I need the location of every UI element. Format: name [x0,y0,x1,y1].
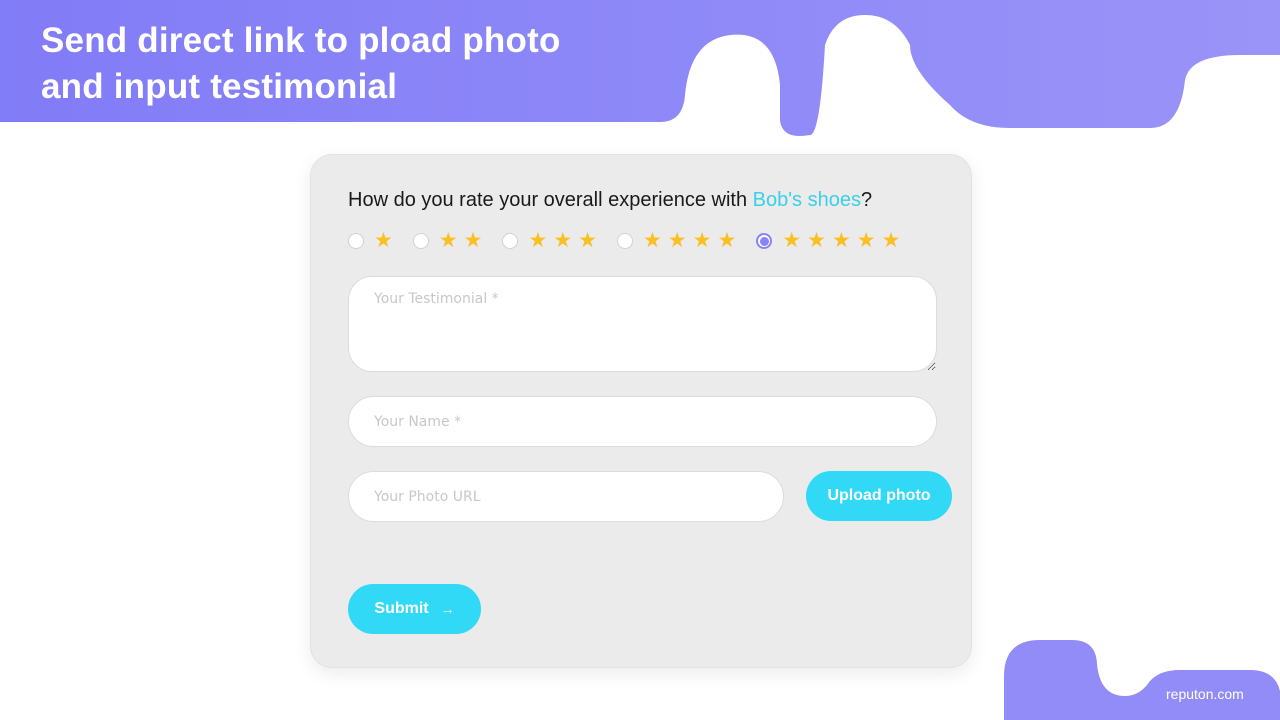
star-icon: ★ [831,229,851,252]
star-icon: ★ [692,229,712,252]
star-icon: ★ [667,229,687,252]
star-icon: ★ [782,229,802,252]
submit-label: Submit [374,600,429,617]
headline-line-2: and input testimonial [41,67,398,106]
star-icon: ★ [856,229,876,252]
rating-option-1[interactable]: ★ [348,229,393,252]
radio-unchecked[interactable] [616,233,633,249]
rating-option-5[interactable]: ★ ★ ★ ★ ★ [756,229,901,252]
radio-checked[interactable] [756,233,773,249]
star-icon: ★ [463,229,483,252]
star-icon: ★ [528,229,548,252]
upload-photo-button[interactable]: Upload photo [806,471,952,521]
photo-url-input[interactable] [348,471,784,522]
radio-unchecked[interactable] [348,233,364,249]
arrow-right-icon: → [440,601,455,617]
radio-unchecked[interactable] [502,233,519,249]
star-icon: ★ [553,229,573,252]
star-icon: ★ [807,229,826,252]
brand-footer-text: reputon.com [1166,686,1244,702]
headline-line-1: Send direct link to pload photo [41,21,561,60]
star-rating-group: ★ ★ ★ ★ ★ ★ ★ ★ ★ ★ ★ ★ ★ ★ ★ [348,229,901,252]
rating-option-4[interactable]: ★ ★ ★ ★ [616,229,737,252]
footer-wave-shape [1004,640,1280,720]
rating-option-3[interactable]: ★ ★ ★ [502,229,597,252]
testimonial-form-card: How do you rate your overall experience … [310,154,972,668]
star-icon: ★ [881,229,901,252]
star-icon: ★ [578,229,597,252]
question-mark: ? [861,189,873,211]
page-headline: Send direct link to pload photo and inpu… [41,18,561,110]
star-icon: ★ [642,229,662,252]
testimonial-textarea[interactable] [348,276,937,372]
radio-unchecked[interactable] [412,233,429,249]
brand-name-link: Bob's shoes [752,189,861,211]
name-input[interactable] [348,396,937,447]
submit-button[interactable]: Submit → [348,584,481,634]
star-icon: ★ [438,229,458,252]
header-banner: Send direct link to pload photo and inpu… [0,0,1280,140]
star-icon: ★ [717,229,737,252]
rating-option-2[interactable]: ★ ★ [412,229,483,252]
rating-question: How do you rate your overall experience … [348,189,872,212]
star-icon: ★ [374,229,393,252]
question-text: How do you rate your overall experience … [348,189,753,211]
